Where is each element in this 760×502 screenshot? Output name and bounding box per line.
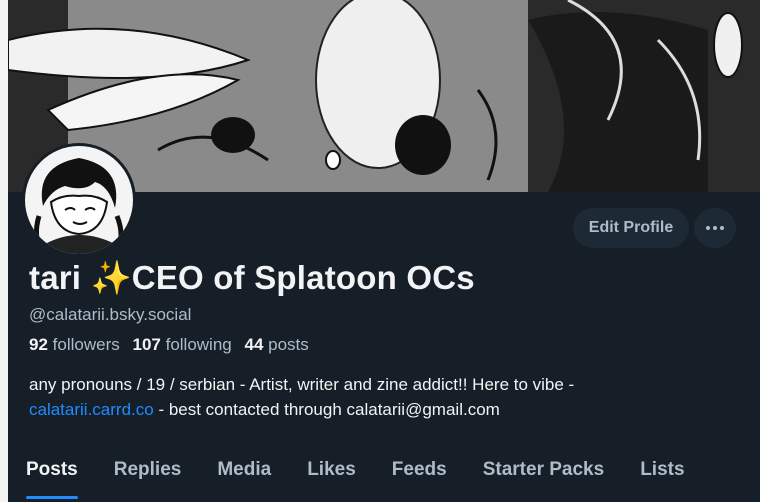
posts-count: 44	[244, 335, 264, 354]
profile-tabs: Posts Replies Media Likes Feeds Starter …	[8, 448, 760, 502]
tab-label: Feeds	[391, 459, 447, 480]
tab-label: Replies	[113, 459, 182, 480]
bio-link[interactable]: calatarii.carrd.co	[29, 400, 154, 419]
tab-likes[interactable]: Likes	[289, 448, 374, 491]
posts-label: posts	[268, 335, 309, 354]
profile-bio: any pronouns / 19 / serbian - Artist, wr…	[29, 372, 729, 422]
profile-handle: @calatarii.bsky.social	[29, 305, 192, 324]
ellipsis-icon	[706, 226, 724, 230]
tab-lists[interactable]: Lists	[622, 448, 702, 491]
followers-link[interactable]: 92 followers	[29, 335, 120, 354]
tab-replies[interactable]: Replies	[96, 448, 200, 491]
bio-text-line2: - best contacted through calatarii@gmail…	[153, 400, 500, 419]
tab-label: Starter Packs	[482, 459, 605, 480]
tab-posts[interactable]: Posts	[8, 448, 96, 499]
following-link[interactable]: 107 following	[132, 335, 231, 354]
tab-media[interactable]: Media	[199, 448, 289, 491]
tab-feeds[interactable]: Feeds	[374, 448, 465, 491]
edit-profile-label: Edit Profile	[588, 219, 674, 236]
tab-label: Media	[217, 459, 272, 480]
profile-stats: 92 followers 107 following 44 posts	[29, 335, 309, 355]
tab-label: Posts	[26, 459, 78, 480]
display-name: tari ✨CEO of Splatoon OCs	[29, 259, 475, 296]
following-label: following	[165, 335, 232, 354]
following-count: 107	[132, 335, 161, 354]
more-options-button[interactable]	[694, 208, 736, 248]
tab-starter-packs[interactable]: Starter Packs	[465, 448, 622, 491]
bio-text-line1: any pronouns / 19 / serbian - Artist, wr…	[29, 375, 575, 394]
edit-profile-button[interactable]: Edit Profile	[573, 208, 689, 248]
avatar[interactable]	[22, 143, 136, 257]
tab-label: Lists	[640, 459, 685, 480]
tab-label: Likes	[307, 459, 356, 480]
followers-count: 92	[29, 335, 48, 354]
posts-stat: 44 posts	[244, 335, 308, 354]
followers-label: followers	[52, 335, 120, 354]
